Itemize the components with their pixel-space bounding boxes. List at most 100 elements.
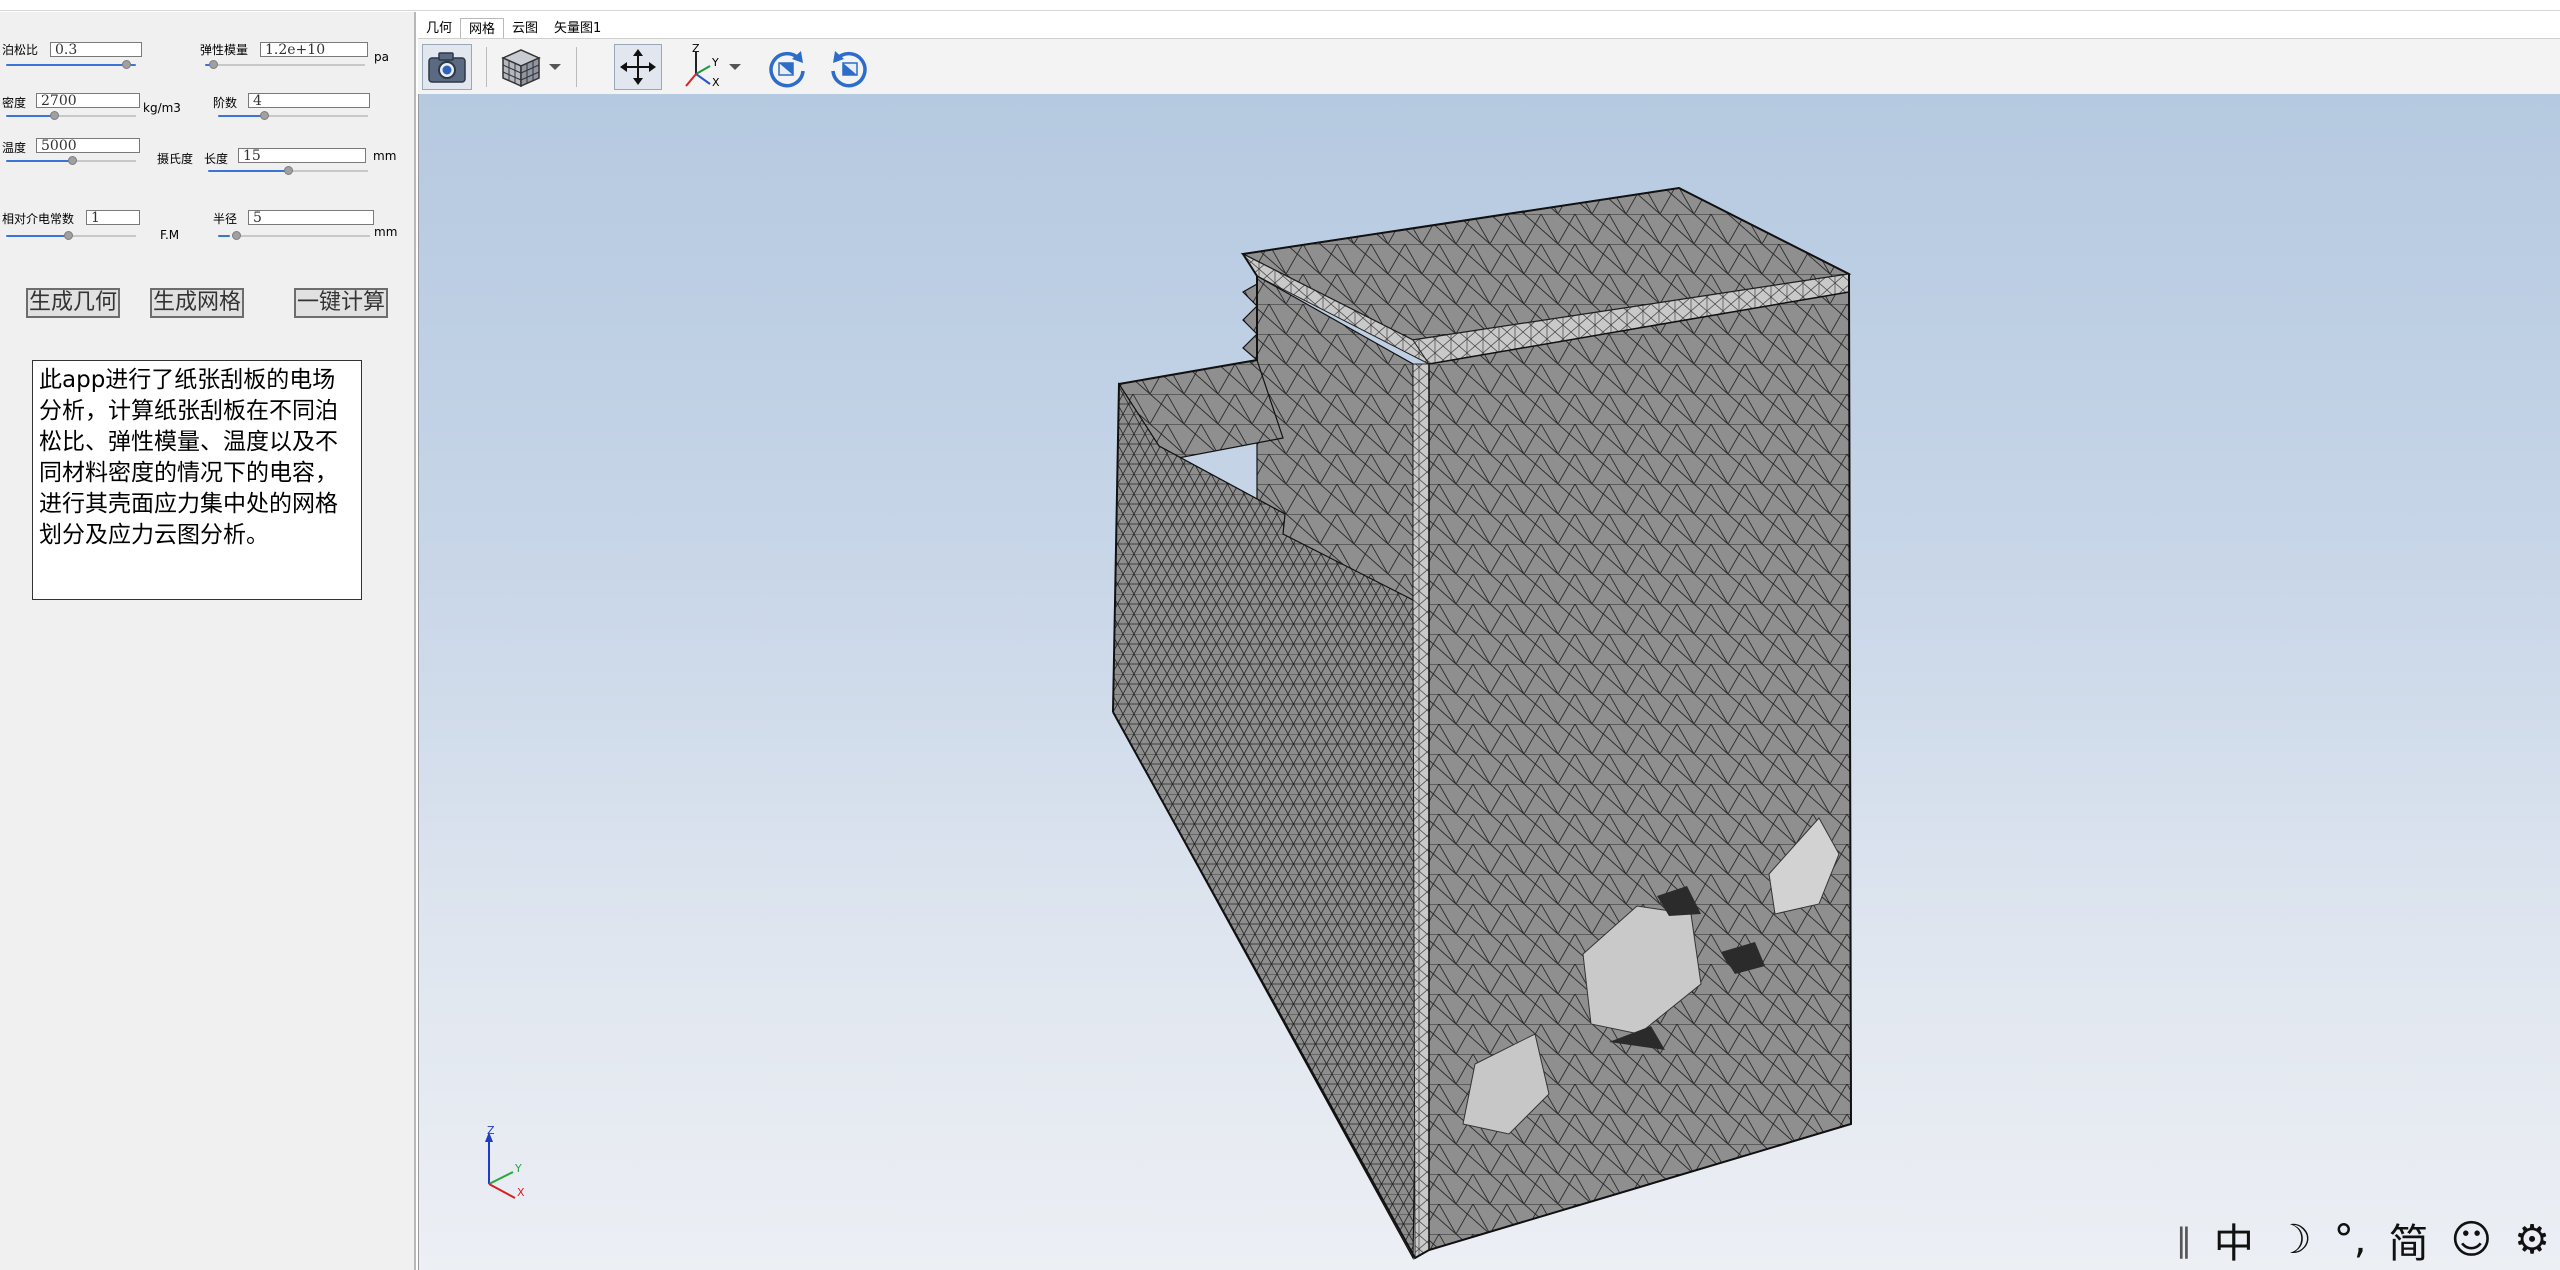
permittivity-unit: F.M	[160, 228, 180, 242]
compute-button[interactable]: 一键计算	[294, 288, 388, 318]
axis-triad-icon	[485, 1132, 516, 1199]
axes-button[interactable]: Z Y X	[680, 44, 726, 90]
camera-button[interactable]	[422, 44, 472, 90]
ime-chinese-mode[interactable]: 中	[2214, 1211, 2254, 1269]
order-label: 阶数	[213, 96, 238, 110]
svg-text:Y: Y	[711, 56, 719, 69]
svg-text:X: X	[712, 76, 720, 89]
density-slider-track	[6, 115, 54, 117]
ime-simplified-mode[interactable]: 简	[2388, 1211, 2428, 1269]
gear-icon[interactable]: ⚙	[2514, 1217, 2550, 1263]
axis-triad: Z Y X	[475, 1124, 545, 1204]
density-unit: kg/m3	[143, 101, 181, 115]
order-slider-rest	[262, 115, 368, 117]
parameter-panel: 泊松比 0.3 弹性模量 1.2e+10 pa 密度 2700 kg/m3 阶数…	[0, 12, 416, 1270]
density-label: 密度	[2, 96, 27, 110]
permittivity-field[interactable]: 1	[86, 210, 140, 225]
length-slider-thumb[interactable]	[284, 166, 293, 175]
radius-unit: mm	[374, 225, 398, 239]
rotate-right-button[interactable]	[762, 44, 812, 90]
rotate-left-button[interactable]	[824, 44, 874, 90]
rotate-right-icon	[769, 51, 805, 88]
axes-icon: Z Y X	[685, 44, 720, 89]
radius-field[interactable]: 5	[248, 210, 374, 225]
generate-mesh-button[interactable]: 生成网格	[150, 288, 244, 318]
camera-icon	[428, 52, 466, 83]
modulus-field[interactable]: 1.2e+10	[260, 42, 368, 57]
radius-slider[interactable]	[218, 231, 370, 241]
density-slider[interactable]	[6, 111, 136, 121]
length-slider-track	[208, 170, 288, 172]
toolbar-separator	[486, 47, 487, 87]
radius-slider-thumb[interactable]	[232, 231, 241, 240]
order-field[interactable]: 4	[248, 93, 370, 108]
graphics-viewport[interactable]: Z Y X	[418, 94, 2560, 1270]
triad-y-label: Y	[515, 1162, 522, 1175]
modulus-slider[interactable]	[205, 60, 365, 70]
order-slider[interactable]	[218, 111, 368, 121]
order-slider-track	[218, 115, 262, 117]
tab-bar: 几何 网格 云图 矢量图1	[418, 18, 609, 39]
zoom-extents-icon	[620, 49, 656, 85]
temperature-slider-thumb[interactable]	[68, 156, 77, 165]
graphics-toolbar: Z Y X	[418, 38, 2560, 96]
poisson-label: 泊松比	[2, 43, 39, 57]
tab-vector[interactable]: 矢量图1	[546, 18, 609, 38]
temperature-slider[interactable]	[6, 156, 136, 166]
temperature-slider-track	[6, 160, 72, 162]
density-slider-rest	[54, 115, 136, 117]
length-slider-rest	[288, 170, 368, 172]
toolbar-separator	[576, 47, 577, 87]
poisson-slider-thumb[interactable]	[122, 60, 131, 69]
density-slider-thumb[interactable]	[50, 111, 59, 120]
view-dropdown-button[interactable]	[546, 44, 564, 90]
generate-geometry-button[interactable]: 生成几何	[26, 288, 120, 318]
zoom-extents-button[interactable]	[614, 44, 662, 90]
vertical-corner-strip	[1412, 363, 1430, 1259]
modulus-label: 弹性模量	[200, 43, 249, 57]
modulus-slider-thumb[interactable]	[209, 60, 218, 69]
tab-mesh[interactable]: 网格	[460, 18, 505, 39]
ime-punctuation-mode[interactable]: °,	[2334, 1217, 2367, 1263]
radius-slider-rest	[232, 235, 370, 237]
permittivity-slider-thumb[interactable]	[64, 231, 73, 240]
poisson-field[interactable]: 0.3	[50, 42, 142, 57]
permittivity-slider-rest	[66, 235, 136, 237]
radius-slider-track	[218, 235, 230, 237]
modulus-slider-rest	[213, 64, 365, 66]
chevron-down-icon	[729, 64, 741, 70]
radius-label: 半径	[213, 212, 238, 226]
view-cube-button[interactable]	[498, 44, 544, 90]
temperature-field[interactable]: 5000	[36, 138, 140, 153]
chevron-down-icon	[549, 64, 561, 70]
density-field[interactable]: 2700	[36, 93, 140, 108]
tab-contour[interactable]: 云图	[504, 18, 546, 38]
description-box: 此app进行了纸张刮板的电场分析，计算纸张刮板在不同泊松比、弹性模量、温度以及不…	[32, 360, 362, 600]
poisson-slider[interactable]	[6, 60, 136, 70]
view-cube-icon	[501, 49, 541, 88]
moon-icon[interactable]: ☽	[2276, 1217, 2312, 1263]
temperature-label: 温度	[2, 141, 27, 155]
length-unit: mm	[373, 149, 397, 163]
modulus-unit: pa	[374, 50, 389, 64]
temperature-slider-rest	[72, 160, 136, 162]
order-slider-thumb[interactable]	[260, 111, 269, 120]
triad-z-label: Z	[487, 1124, 495, 1137]
length-label: 长度	[204, 152, 229, 166]
smile-icon[interactable]: ☺	[2450, 1217, 2492, 1263]
permittivity-label: 相对介电常数	[2, 212, 75, 226]
celsius-unit: 摄氏度	[157, 152, 194, 166]
ime-drag-handle[interactable]: ‖	[2176, 1221, 2192, 1259]
axes-dropdown-button[interactable]	[726, 44, 744, 90]
ime-toolbar: ‖ 中 ☽ °, 简 ☺ ⚙	[2176, 1211, 2550, 1269]
window-top-strip	[0, 0, 2560, 11]
rotate-left-icon	[831, 51, 867, 88]
triad-x-label: X	[517, 1186, 525, 1199]
length-slider[interactable]	[208, 166, 368, 176]
tab-geometry[interactable]: 几何	[418, 18, 460, 38]
permittivity-slider-track	[6, 235, 66, 237]
mesh-model-view[interactable]	[419, 94, 2560, 1270]
permittivity-slider[interactable]	[6, 231, 136, 241]
length-field[interactable]: 15	[238, 148, 366, 163]
poisson-slider-track	[6, 64, 136, 66]
